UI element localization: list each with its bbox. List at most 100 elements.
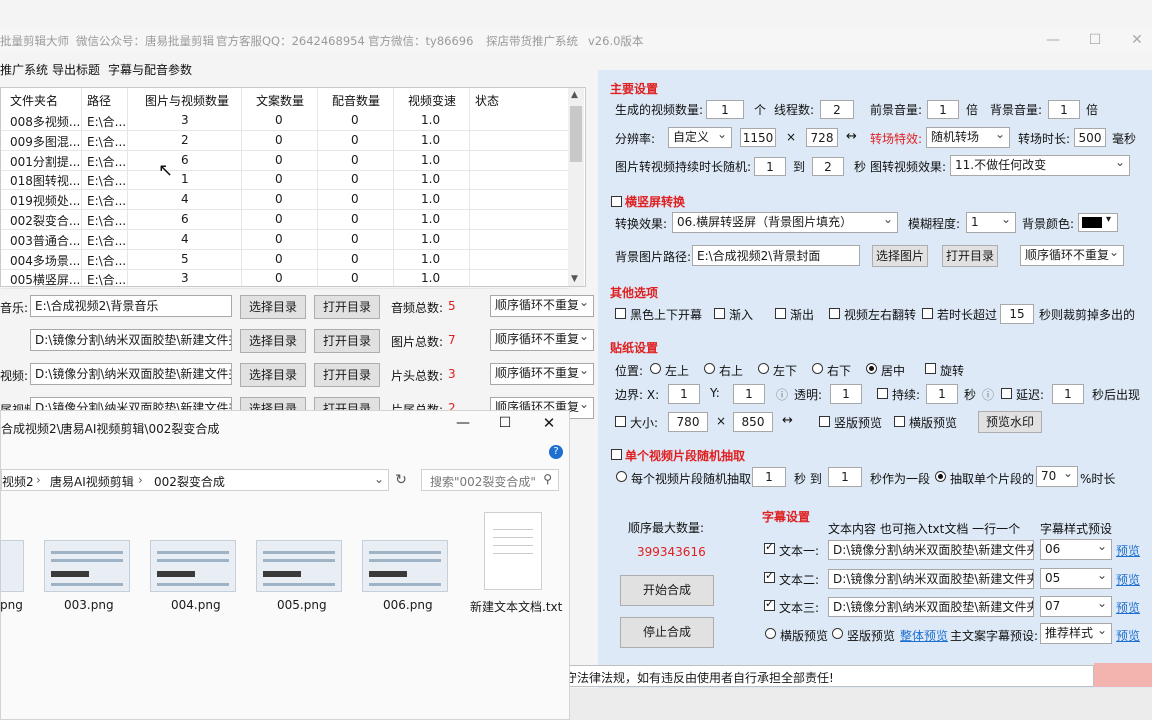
left-row-mode-select[interactable]: 顺序循环不重复 [490,295,594,317]
col-speed[interactable]: 视频变速 [408,92,456,109]
width-input[interactable]: 1150 [740,128,776,147]
rotate-checkbox[interactable] [925,363,936,374]
transition-duration-input[interactable]: 500 [1074,128,1106,147]
table-row[interactable]: 018图转视... E:\合... 1 0 0 1.0 [1,169,569,191]
explorer-close-icon[interactable]: ✕ [539,414,559,432]
refresh-icon[interactable]: ↻ [391,469,411,491]
explorer-maximize-icon[interactable]: ☐ [495,415,515,431]
img-duration-to[interactable]: 2 [812,157,844,176]
subtitle-style-select[interactable]: 06 [1040,539,1112,560]
col-media-count[interactable]: 图片与视频数量 [145,92,229,109]
minimize-icon[interactable]: — [1040,30,1066,50]
subtitle-preview-link[interactable]: 预览 [1116,542,1140,559]
file-thumb-004[interactable] [150,540,236,592]
swap-icon[interactable]: ↔ [846,129,857,144]
other-opt-checkbox[interactable] [714,308,725,319]
subtitle-path-input[interactable]: D:\镜像分割\纳米双面胶垫\新建文件夹 [828,597,1034,617]
col-text-count[interactable]: 文案数量 [256,92,304,109]
position-radio[interactable] [866,363,877,374]
blur-select[interactable]: 1 [966,212,1016,233]
subtitle-style-select[interactable]: 05 [1040,567,1112,589]
select-image-button[interactable]: 选择图片 [872,245,928,267]
size-checkbox[interactable] [615,416,626,427]
file-thumb-0[interactable] [0,540,24,592]
max-duration-input[interactable]: 15 [1000,304,1034,324]
left-row-select-button[interactable]: 选择目录 [240,295,306,319]
subtitle-preview-link[interactable]: 预览 [1116,571,1140,588]
file-name-005[interactable]: 005.png [277,598,327,612]
transition-select[interactable]: 随机转场 [926,127,1010,148]
crumb-3[interactable]: 002裂变合成 [154,473,225,490]
persist-checkbox[interactable] [877,388,888,399]
subtitle-preview-link[interactable]: 预览 [1116,599,1140,616]
segment-from-input[interactable]: 1 [752,467,786,487]
table-row[interactable]: 001分割提... E:\合... 6 0 0 1.0 [1,150,569,171]
subtitle-checkbox[interactable] [764,569,775,583]
address-dropdown-icon[interactable]: ⌄ [374,472,384,486]
file-name-txt[interactable]: 新建文本文档.txt [470,598,562,615]
resolution-select[interactable]: 自定义 [668,127,732,148]
segment-checkbox[interactable] [611,449,622,460]
col-voice-count[interactable]: 配音数量 [332,92,380,109]
col-path[interactable]: 路径 [87,92,111,109]
segment-to-input[interactable]: 1 [828,467,862,487]
orient-checkbox[interactable] [611,196,622,207]
delay-input[interactable]: 1 [1052,384,1084,404]
file-name-006[interactable]: 006.png [383,598,433,612]
delay-checkbox[interactable] [1001,388,1012,399]
threads-input[interactable]: 2 [820,100,854,119]
subtitle-checkbox[interactable] [764,540,775,554]
stop-button[interactable]: 停止合成 [620,617,714,648]
bgcolor-picker[interactable]: ▾ [1078,213,1118,232]
table-row[interactable]: 005横竖屏... E:\合... 3 0 0 1.0 [1,268,569,290]
explorer-help-icon[interactable]: ? [549,445,563,459]
bgpath-input[interactable]: E:\合成视频2\背景封面 [692,245,860,266]
other-opt-checkbox[interactable] [615,308,626,319]
col-folder[interactable]: 文件夹名 [10,92,58,109]
table-row[interactable]: 008多视频... E:\合... 3 0 0 1.0 [1,110,569,131]
file-thumb-005[interactable] [256,540,342,592]
explorer-search-box[interactable]: 搜索"002裂变合成" ⚲ [421,469,559,491]
file-name-004[interactable]: 004.png [171,598,221,612]
crumb-1[interactable]: 视频2 [2,473,34,490]
close-icon[interactable]: ✕ [1124,30,1150,50]
swap-icon-2[interactable]: ↔ [782,413,793,428]
help-icon[interactable]: ⓘ [776,386,788,403]
subtitle-path-input[interactable]: D:\镜像分割\纳米双面胶垫\新建文件夹 [828,540,1034,560]
position-radio[interactable] [758,363,769,374]
left-row-mode-select[interactable]: 顺序循环不重复 [490,329,594,351]
open-dir-button[interactable]: 打开目录 [942,245,998,267]
other-opt-checkbox[interactable] [775,308,786,319]
crumb-2[interactable]: 唐易AI视频剪辑 [50,473,134,490]
height-input[interactable]: 728 [806,128,838,147]
table-row[interactable]: 002裂变合... E:\合... 6 0 0 1.0 [1,209,569,230]
margin-y-input[interactable]: 1 [733,384,765,404]
margin-x-input[interactable]: 1 [668,384,700,404]
subtitle-style-select[interactable]: 07 [1040,596,1112,617]
orient-mode-select[interactable]: 顺序循环不重复 [1020,245,1124,266]
file-thumb-006[interactable] [362,540,448,592]
gen-count-input[interactable]: 1 [706,100,744,119]
file-thumb-003[interactable] [44,540,130,592]
portrait-radio[interactable] [832,628,843,639]
bg-volume-input[interactable]: 1 [1048,100,1080,119]
fg-volume-input[interactable]: 1 [927,100,959,119]
left-row-open-button[interactable]: 打开目录 [314,329,380,353]
menu-subtitle-params[interactable]: 字幕与配音参数 [108,61,192,78]
img-duration-from[interactable]: 1 [754,157,786,176]
left-row-select-button[interactable]: 选择目录 [240,363,306,387]
help-icon-2[interactable]: ⓘ [982,386,994,403]
menu-promo[interactable]: 推广系统 [0,61,48,78]
position-radio[interactable] [704,363,715,374]
table-scrollbar[interactable]: ▲ ▼ [568,88,584,286]
preview-watermark-button[interactable]: 预览水印 [978,411,1042,433]
whole-preview-link[interactable]: 整体预览 [900,627,948,644]
main-style-select[interactable]: 推荐样式 [1040,623,1112,644]
search-icon[interactable]: ⚲ [543,472,552,486]
segment-radio-2[interactable] [935,471,946,482]
position-radio[interactable] [812,363,823,374]
maximize-icon[interactable]: ☐ [1082,30,1108,50]
col-status[interactable]: 状态 [475,92,499,109]
left-row-select-button[interactable]: 选择目录 [240,329,306,353]
portrait-preview-checkbox[interactable] [819,416,830,427]
